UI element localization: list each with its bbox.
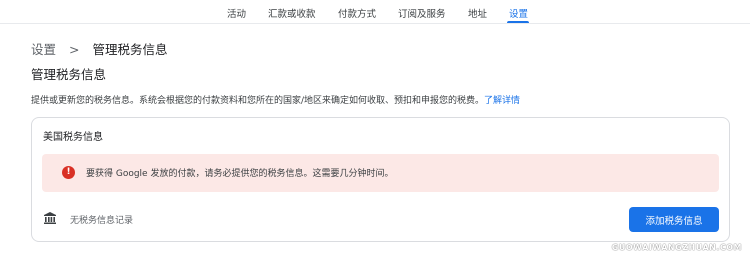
page-description: 提供或更新您的税务信息。系统会根据您的付款资料和您所在的国家/地区来确定如何收取… [31,93,520,106]
tab-settings[interactable]: 设置 [509,6,528,20]
learn-more-link[interactable]: 了解详情 [484,96,520,106]
watermark: GUOWAIWANGZHUAN.COM [611,243,742,252]
description-text: 提供或更新您的税务信息。系统会根据您的付款资料和您所在的国家/地区来确定如何收取… [31,96,485,106]
tax-info-alert: ! 要获得 Google 发放的付款，请务必提供您的税务信息。这需要几分钟时间。 [42,154,719,192]
active-tab-indicator [507,21,529,23]
card-title: 美国税务信息 [43,132,103,143]
breadcrumb-settings-link[interactable]: 设置 [31,42,56,57]
tab-subscriptions[interactable]: 订阅及服务 [398,6,446,20]
alert-text: 要获得 Google 发放的付款，请务必提供您的税务信息。这需要几分钟时间。 [86,169,394,179]
add-tax-info-button[interactable]: 添加税务信息 [629,207,719,232]
error-icon: ! [62,166,75,179]
breadcrumb-separator: > [69,42,80,57]
top-navigation: 活动 汇款或收款 付款方式 订阅及服务 地址 设置 [0,0,750,24]
breadcrumb: 设置 > 管理税务信息 [31,39,167,58]
us-tax-info-card: 美国税务信息 ! 要获得 Google 发放的付款，请务必提供您的税务信息。这需… [31,117,730,242]
page-title: 管理税务信息 [31,67,107,82]
tab-activity[interactable]: 活动 [227,6,246,20]
no-record-text: 无税务信息记录 [70,216,134,226]
tab-addresses[interactable]: 地址 [468,6,487,20]
tab-payment-methods[interactable]: 付款方式 [338,6,376,20]
breadcrumb-current: 管理税务信息 [92,42,168,57]
tab-send-receive[interactable]: 汇款或收款 [268,6,316,20]
bank-icon [44,212,56,224]
